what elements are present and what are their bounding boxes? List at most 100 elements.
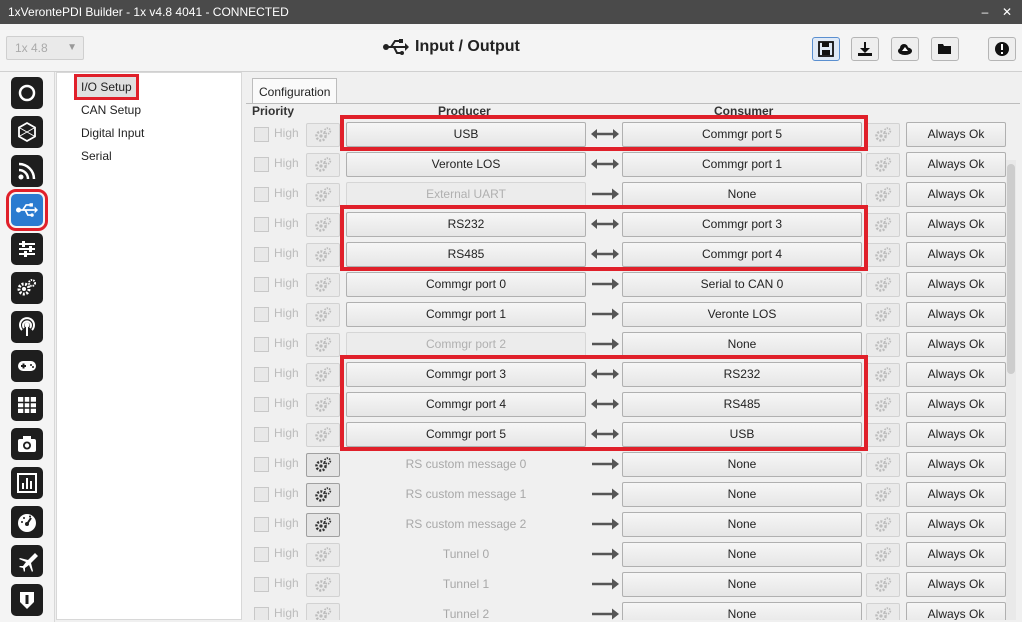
status-button[interactable]: Always Ok	[906, 512, 1006, 537]
status-button[interactable]: Always Ok	[906, 392, 1006, 417]
status-button[interactable]: Always Ok	[906, 152, 1006, 177]
consumer-button[interactable]: None	[622, 482, 862, 507]
producer-settings-button[interactable]	[306, 303, 340, 327]
consumer-button[interactable]: RS485	[622, 392, 862, 417]
priority-checkbox[interactable]	[254, 487, 269, 502]
producer-settings-button[interactable]	[306, 363, 340, 387]
producer-settings-button[interactable]	[306, 123, 340, 147]
vertical-scrollbar[interactable]	[1006, 160, 1016, 620]
priority-checkbox[interactable]	[254, 187, 269, 202]
consumer-button[interactable]: RS232	[622, 362, 862, 387]
minimize-button[interactable]: –	[978, 5, 992, 19]
consumer-button[interactable]: None	[622, 542, 862, 567]
producer-settings-button[interactable]	[306, 603, 340, 620]
status-button[interactable]: Always Ok	[906, 482, 1006, 507]
scrollbar-thumb[interactable]	[1007, 164, 1015, 374]
status-button[interactable]: Always Ok	[906, 332, 1006, 357]
status-button[interactable]: Always Ok	[906, 452, 1006, 477]
sidebar-shield-button[interactable]	[11, 584, 43, 616]
menu-item-digital-input[interactable]: Digital Input	[76, 122, 149, 144]
menu-item-serial[interactable]: Serial	[76, 145, 117, 167]
consumer-button[interactable]: Commgr port 5	[622, 122, 862, 147]
consumer-settings-button[interactable]	[866, 363, 900, 387]
producer-button[interactable]: Tunnel 0	[346, 542, 586, 567]
priority-checkbox[interactable]	[254, 427, 269, 442]
tab-configuration[interactable]: Configuration	[252, 78, 338, 104]
sidebar-gamepad-button[interactable]	[11, 350, 43, 382]
sidebar-power-button[interactable]	[11, 77, 43, 109]
menu-item-io-setup[interactable]: I/O Setup	[74, 74, 139, 100]
producer-button[interactable]: RS232	[346, 212, 586, 237]
priority-checkbox[interactable]	[254, 217, 269, 232]
cloud-upload-button[interactable]	[891, 37, 919, 61]
consumer-settings-button[interactable]	[866, 303, 900, 327]
priority-checkbox[interactable]	[254, 337, 269, 352]
priority-checkbox[interactable]	[254, 127, 269, 142]
consumer-button[interactable]: None	[622, 572, 862, 597]
producer-button[interactable]: Commgr port 3	[346, 362, 586, 387]
priority-checkbox[interactable]	[254, 457, 269, 472]
producer-settings-button[interactable]	[306, 273, 340, 297]
alert-button[interactable]	[988, 37, 1016, 61]
producer-settings-button[interactable]	[306, 153, 340, 177]
consumer-button[interactable]: Serial to CAN 0	[622, 272, 862, 297]
consumer-settings-button[interactable]	[866, 393, 900, 417]
consumer-settings-button[interactable]	[866, 153, 900, 177]
producer-settings-button[interactable]	[306, 513, 340, 537]
status-button[interactable]: Always Ok	[906, 542, 1006, 567]
producer-button[interactable]: Commgr port 1	[346, 302, 586, 327]
producer-settings-button[interactable]	[306, 483, 340, 507]
producer-button[interactable]: External UART	[346, 182, 586, 207]
consumer-settings-button[interactable]	[866, 483, 900, 507]
sidebar-gears-button[interactable]	[11, 272, 43, 304]
sidebar-camera-button[interactable]	[11, 428, 43, 460]
priority-checkbox[interactable]	[254, 577, 269, 592]
producer-settings-button[interactable]	[306, 183, 340, 207]
priority-checkbox[interactable]	[254, 367, 269, 382]
status-button[interactable]: Always Ok	[906, 122, 1006, 147]
producer-button[interactable]: Commgr port 2	[346, 332, 586, 357]
producer-settings-button[interactable]	[306, 213, 340, 237]
status-button[interactable]: Always Ok	[906, 272, 1006, 297]
sidebar-gauge-button[interactable]	[11, 506, 43, 538]
producer-button[interactable]: RS custom message 1	[346, 482, 586, 507]
consumer-button[interactable]: USB	[622, 422, 862, 447]
consumer-button[interactable]: Commgr port 1	[622, 152, 862, 177]
close-button[interactable]: ✕	[1000, 5, 1014, 19]
priority-checkbox[interactable]	[254, 607, 269, 620]
consumer-button[interactable]: None	[622, 452, 862, 477]
priority-checkbox[interactable]	[254, 247, 269, 262]
consumer-button[interactable]: Veronte LOS	[622, 302, 862, 327]
priority-checkbox[interactable]	[254, 157, 269, 172]
status-button[interactable]: Always Ok	[906, 422, 1006, 447]
priority-checkbox[interactable]	[254, 517, 269, 532]
consumer-settings-button[interactable]	[866, 513, 900, 537]
producer-settings-button[interactable]	[306, 423, 340, 447]
consumer-button[interactable]: Commgr port 3	[622, 212, 862, 237]
consumer-settings-button[interactable]	[866, 543, 900, 567]
consumer-button[interactable]: None	[622, 332, 862, 357]
consumer-button[interactable]: None	[622, 512, 862, 537]
producer-button[interactable]: Commgr port 0	[346, 272, 586, 297]
priority-checkbox[interactable]	[254, 277, 269, 292]
producer-settings-button[interactable]	[306, 243, 340, 267]
sidebar-io-button[interactable]	[6, 189, 48, 231]
download-button[interactable]	[851, 37, 879, 61]
consumer-button[interactable]: None	[622, 602, 862, 620]
priority-checkbox[interactable]	[254, 547, 269, 562]
sidebar-rss-button[interactable]	[11, 155, 43, 187]
consumer-settings-button[interactable]	[866, 423, 900, 447]
producer-button[interactable]: Veronte LOS	[346, 152, 586, 177]
priority-checkbox[interactable]	[254, 307, 269, 322]
producer-settings-button[interactable]	[306, 333, 340, 357]
menu-item-can-setup[interactable]: CAN Setup	[76, 99, 146, 121]
status-button[interactable]: Always Ok	[906, 362, 1006, 387]
version-select[interactable]: 1x 4.8 ▼	[6, 36, 84, 60]
consumer-settings-button[interactable]	[866, 243, 900, 267]
status-button[interactable]: Always Ok	[906, 212, 1006, 237]
consumer-settings-button[interactable]	[866, 333, 900, 357]
producer-button[interactable]: Commgr port 5	[346, 422, 586, 447]
consumer-settings-button[interactable]	[866, 603, 900, 620]
sidebar-grid-button[interactable]	[11, 389, 43, 421]
sidebar-hexagon-button[interactable]	[11, 116, 43, 148]
